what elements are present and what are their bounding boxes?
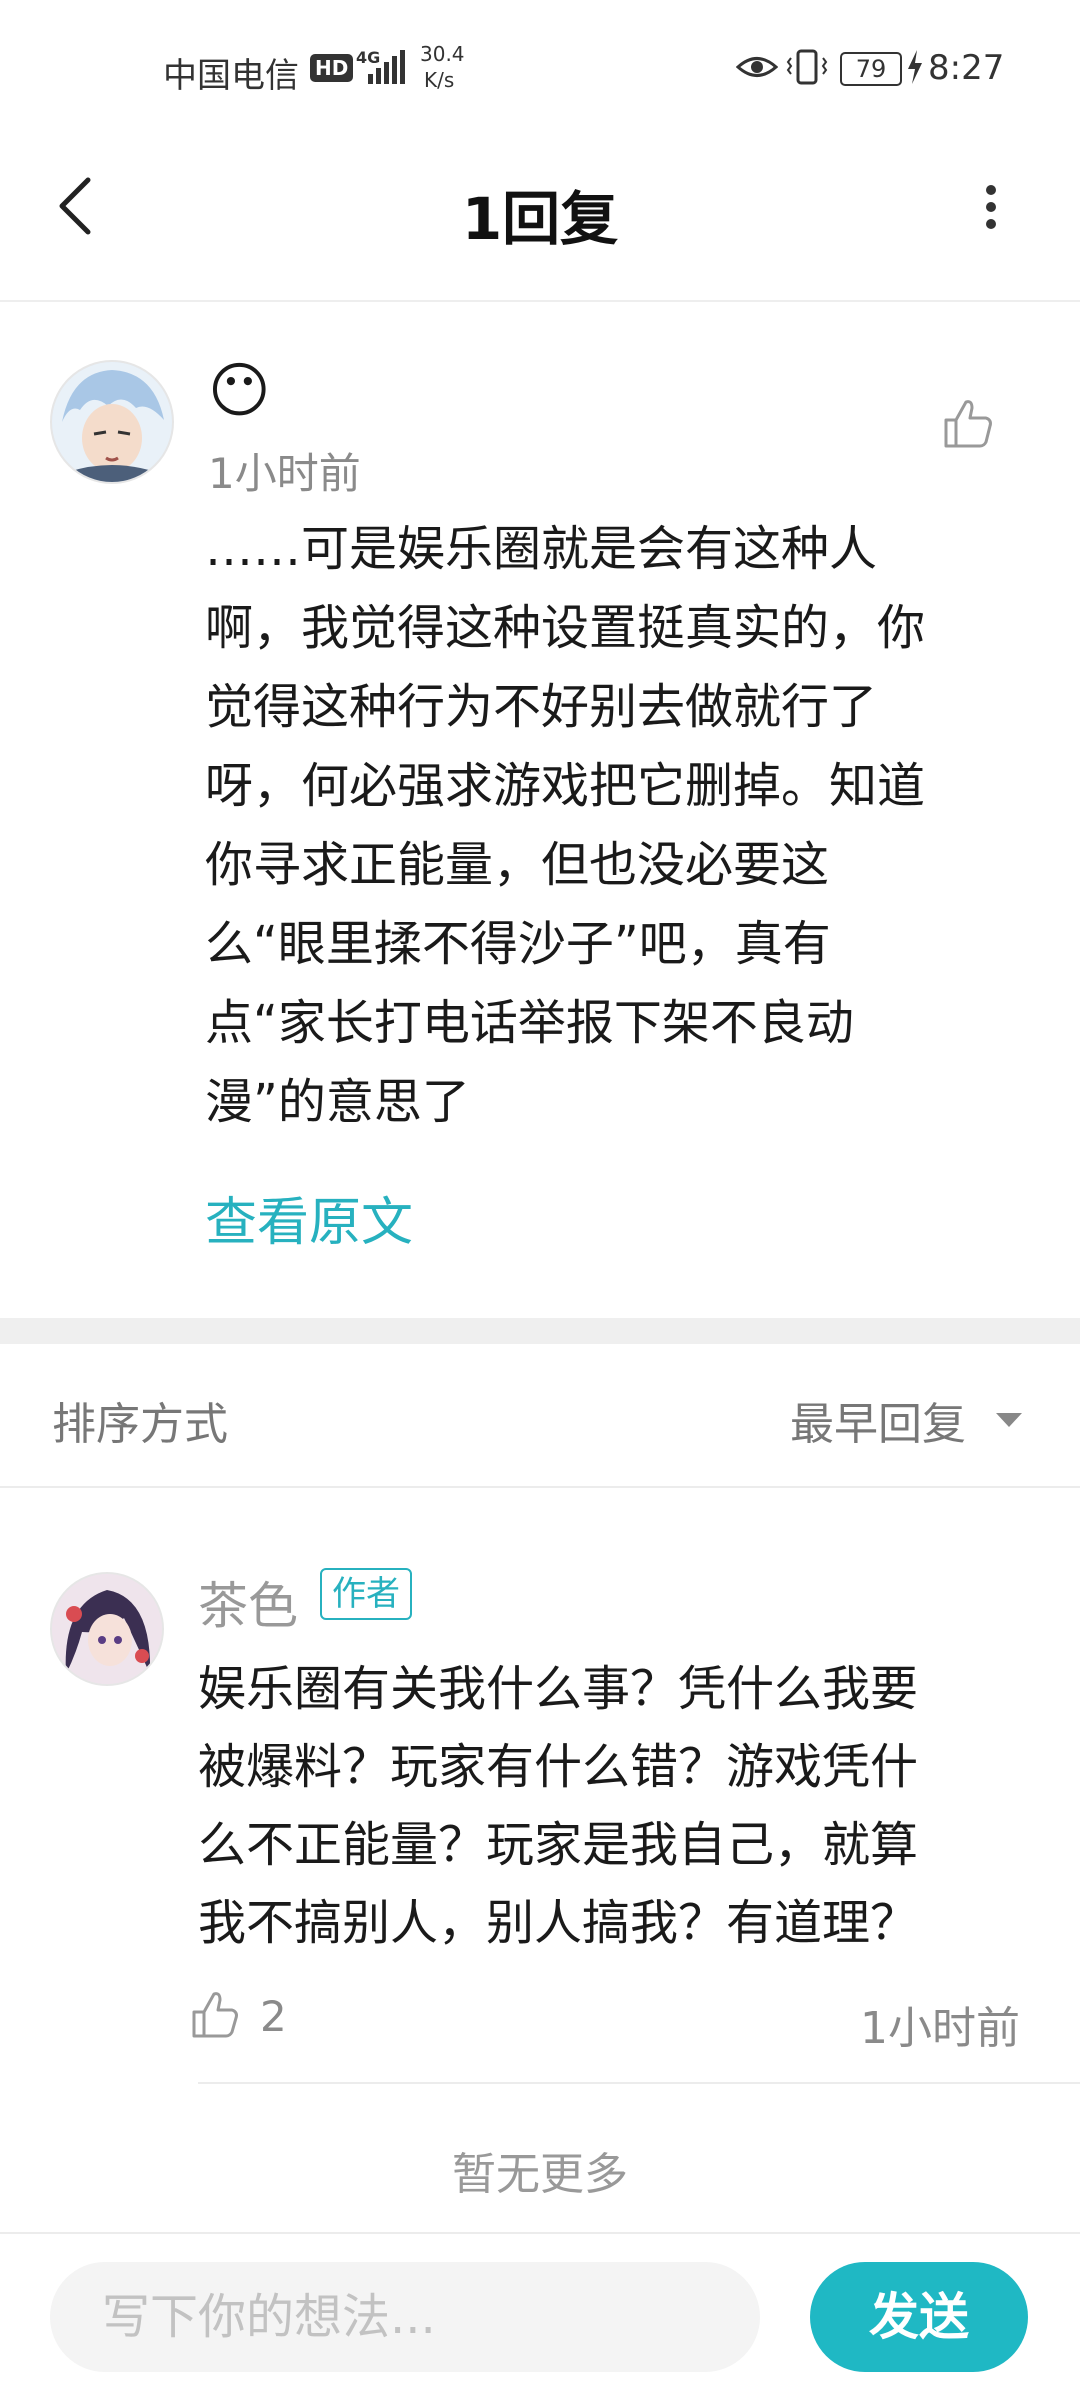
no-more-text: 暂无更多 [452, 2149, 628, 2200]
comment-input-placeholder: 写下你的想法... [102, 2289, 436, 2345]
reply-body: 娱乐圈有关我什么事？凭什么我要 被爆料？玩家有什么错？游戏凭什 么不正能量？玩家… [198, 1661, 919, 1951]
chevron-down-icon[interactable] [994, 1410, 1024, 1430]
hd-icon: HD [310, 54, 354, 82]
reply-avatar[interactable] [50, 1572, 164, 1686]
view-original-link[interactable]: 查看原文 [205, 1180, 413, 1255]
comment-input[interactable]: 写下你的想法... [50, 2262, 760, 2372]
status-bar: 中国电信 HD 4G 30.4 K/s 79 8:27 [0, 0, 1080, 140]
sort-label: 排序方式 [52, 1399, 228, 1450]
net-speed-unit: K/s [424, 68, 455, 92]
reply-like-count: 2 [260, 1992, 287, 2041]
like-icon[interactable] [940, 396, 994, 450]
page-title: 1回复 [461, 185, 619, 253]
send-button[interactable]: 发送 [810, 2262, 1028, 2372]
section-divider [0, 1318, 1080, 1344]
composer-divider [0, 2232, 1080, 2234]
eye-icon [736, 57, 778, 77]
reply-like-icon[interactable] [190, 1990, 240, 2040]
battery-level: 79 [855, 55, 887, 83]
commenter-avatar[interactable] [50, 360, 174, 484]
charging-icon [908, 50, 922, 84]
author-badge: 作者 [320, 1568, 412, 1620]
reply-time: 1小时前 [860, 2003, 1020, 2054]
avatar-illustration [52, 1574, 162, 1684]
vibrate-icon [786, 49, 828, 85]
more-options-icon[interactable] [976, 182, 1006, 232]
sort-value: 最早回复 [790, 1399, 966, 1450]
comment-time: 1小时前 [208, 449, 361, 498]
signal-icon [368, 50, 405, 84]
battery-icon: 79 [840, 52, 902, 86]
clock: 8:27 [928, 48, 1005, 88]
net-speed-value: 30.4 [420, 42, 465, 66]
avatar-illustration [52, 362, 172, 482]
sort-dropdown[interactable]: 最早回复 [790, 1388, 966, 1452]
reply-divider [198, 2082, 1080, 2084]
reply-username[interactable]: 茶色 [198, 1566, 298, 1638]
comment-body: ……可是娱乐圈就是会有这种人 啊，我觉得这种设置挺真实的，你 觉得这种行为不好别… [205, 521, 926, 1130]
commenter-emoji-name[interactable]: 😶 [208, 356, 271, 426]
carrier-name: 中国电信 [163, 56, 299, 96]
sort-divider [0, 1486, 1080, 1488]
